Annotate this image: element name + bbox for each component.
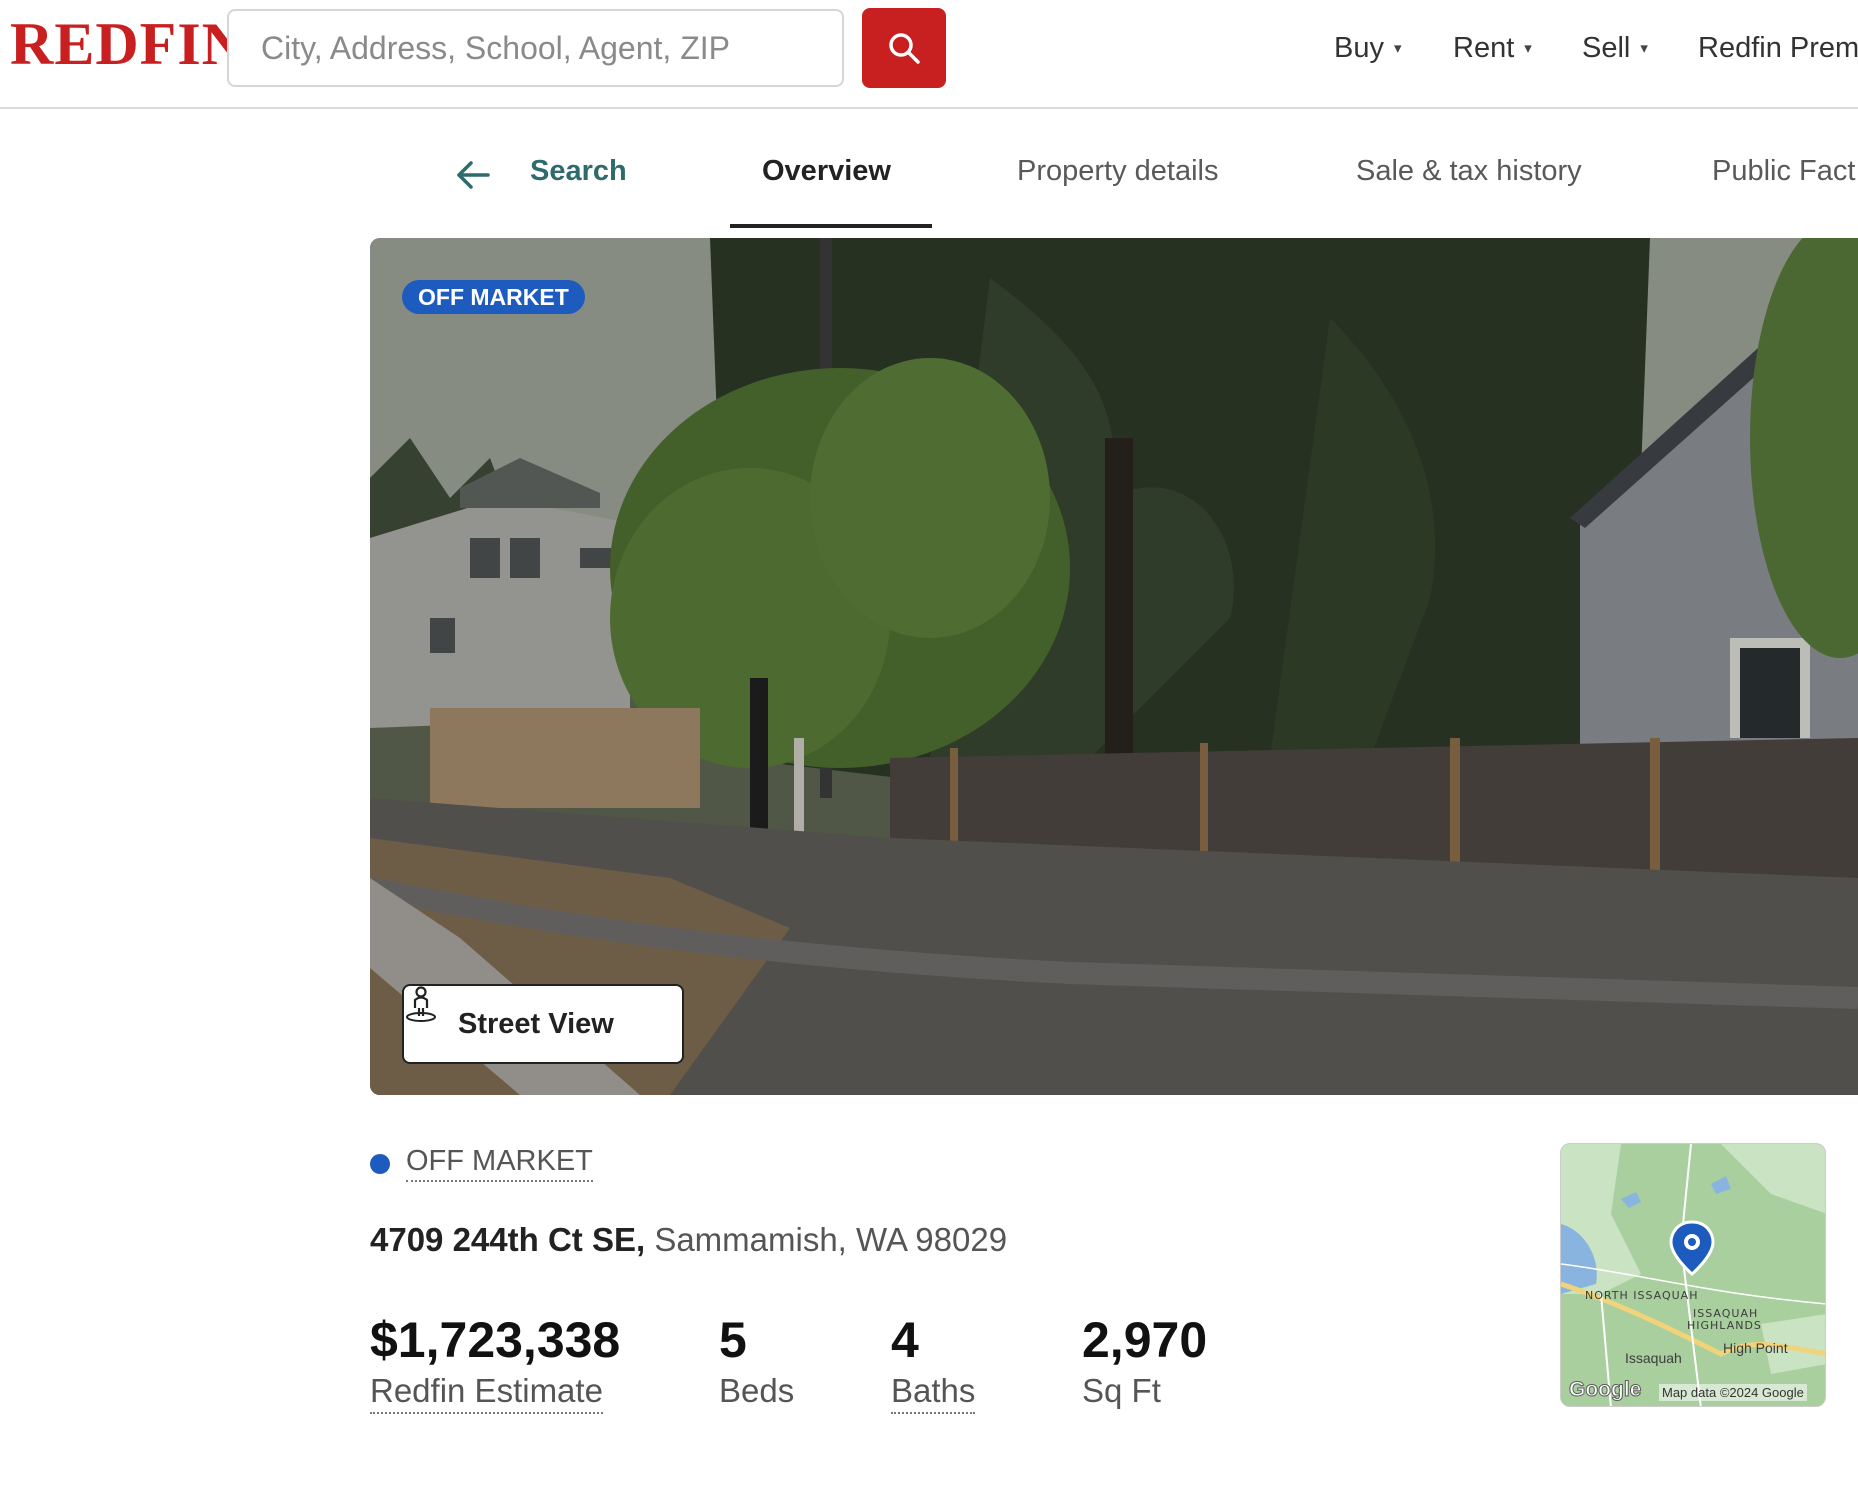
off-market-badge: OFF MARKET — [402, 280, 585, 314]
stat-label: Beds — [719, 1372, 795, 1409]
search-input[interactable] — [227, 9, 844, 87]
map-label-issaquah: Issaquah — [1625, 1350, 1682, 1366]
active-tab-indicator — [730, 224, 932, 228]
nav-buy-label: Buy — [1334, 32, 1384, 64]
back-to-search-link[interactable]: Search — [530, 155, 627, 188]
street-view-label: Street View — [458, 1007, 614, 1040]
stat-label[interactable]: Baths — [891, 1372, 976, 1414]
google-logo: Google — [1568, 1378, 1642, 1402]
tab-property-details[interactable]: Property details — [1017, 155, 1219, 188]
stat-value: 4 — [891, 1312, 919, 1368]
address-city: Sammamish, WA 98029 — [654, 1221, 1008, 1258]
address-street: 4709 244th Ct SE, — [370, 1221, 646, 1258]
property-address: 4709 244th Ct SE, Sammamish, WA 98029 — [370, 1221, 1007, 1259]
stat-value: 5 — [719, 1312, 747, 1368]
tab-sale-tax-history[interactable]: Sale & tax history — [1356, 155, 1582, 188]
map-credit: Map data ©2024 Google — [1659, 1384, 1807, 1401]
map-label-issaquah-highlands-2: HIGHLANDS — [1687, 1319, 1762, 1332]
map-label-north-issaquah: NORTH ISSAQUAH — [1585, 1289, 1699, 1302]
search-button[interactable] — [862, 8, 946, 88]
property-subnav: Search Overview Property details Sale & … — [0, 109, 1858, 229]
stat-value: 2,970 — [1082, 1312, 1208, 1368]
pegman-icon — [406, 986, 436, 1022]
stat-label: Sq Ft — [1082, 1372, 1161, 1409]
nav-redfin-premier-label: Redfin Prem — [1698, 32, 1858, 64]
stat-sqft: 2,970 Sq Ft — [1082, 1310, 1207, 1410]
stat-redfin-estimate: $1,723,338 Redfin Estimate — [370, 1310, 620, 1414]
stat-baths: 4 Baths — [891, 1310, 976, 1414]
chevron-down-icon: ▾ — [1393, 40, 1402, 58]
map-label-high-point: High Point — [1723, 1340, 1788, 1356]
nav-rent[interactable]: Rent ▾ — [1453, 28, 1532, 68]
status-dot-icon — [370, 1154, 390, 1174]
nav-rent-label: Rent — [1453, 32, 1515, 64]
stat-value: $1,723,338 — [370, 1312, 621, 1368]
nav-redfin-premier[interactable]: Redfin Prem — [1698, 28, 1858, 68]
nav-sell[interactable]: Sell ▾ — [1582, 28, 1648, 68]
stat-beds: 5 Beds — [719, 1310, 794, 1410]
nav-sell-label: Sell — [1582, 32, 1631, 64]
property-photo[interactable]: OFF MARKET Street View — [370, 238, 1858, 1095]
tab-overview[interactable]: Overview — [762, 155, 891, 188]
tab-public-facts[interactable]: Public Fact — [1712, 155, 1855, 188]
back-arrow-icon[interactable] — [455, 157, 491, 193]
chevron-down-icon: ▾ — [1640, 40, 1648, 58]
site-header: REDFIN Buy ▾ Rent ▾ Sell ▾ Redfin Prem — [0, 0, 1858, 109]
map-image — [1561, 1144, 1825, 1406]
nav-buy[interactable]: Buy ▾ — [1334, 28, 1402, 68]
listing-status[interactable]: OFF MARKET — [406, 1145, 593, 1182]
search-icon — [889, 33, 920, 64]
stat-label[interactable]: Redfin Estimate — [370, 1372, 603, 1414]
map-thumbnail[interactable]: NORTH ISSAQUAH ISSAQUAH HIGHLANDS Issaqu… — [1560, 1143, 1826, 1407]
street-view-image — [370, 238, 1858, 1095]
redfin-logo[interactable]: REDFIN — [10, 14, 246, 74]
street-view-button[interactable]: Street View — [402, 984, 684, 1064]
chevron-down-icon: ▾ — [1524, 40, 1532, 58]
